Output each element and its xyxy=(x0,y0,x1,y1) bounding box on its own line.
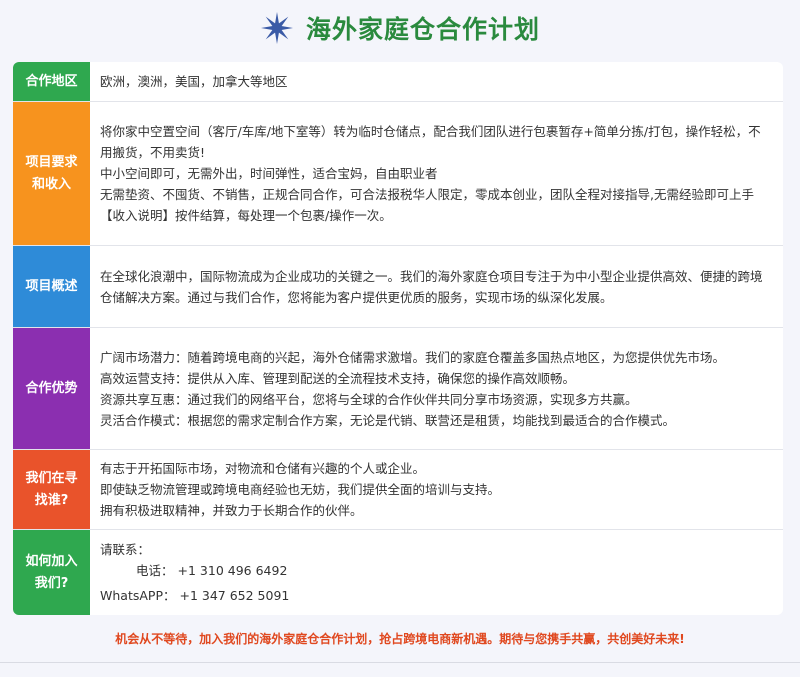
section-label: 我们在寻 找谁? xyxy=(13,450,90,529)
section-label: 项目概述 xyxy=(13,246,90,327)
section-requirements: 项目要求 和收入 将你家中空置空间（客厅/车库/地下室等）转为临时仓储点，配合我… xyxy=(13,102,783,246)
section-region: 合作地区 欧洲，澳洲，美国，加拿大等地区 xyxy=(13,62,783,102)
section-seeking: 我们在寻 找谁? 有志于开拓国际市场，对物流和仓储有兴趣的个人或企业。 即使缺乏… xyxy=(13,450,783,530)
section-label: 合作地区 xyxy=(13,62,90,101)
content-line: 欧洲，澳洲，美国，加拿大等地区 xyxy=(100,74,288,89)
whatsapp-label: WhatsAPP： xyxy=(100,588,176,603)
phone-contact: 电话： +1 310 496 6492 xyxy=(100,560,773,581)
content-line: 在全球化浪潮中，国际物流成为企业成功的关键之一。我们的海外家庭仓项目专注于为中小… xyxy=(100,268,763,305)
section-label: 如何加入 我们? xyxy=(13,530,90,615)
section-label: 合作优势 xyxy=(13,328,90,449)
content-line: 【收入说明】按件结算，每处理一个包裹/操作一次。 xyxy=(100,208,392,223)
content-line: 拥有积极进取精神，并致力于长期合作的伙伴。 xyxy=(100,503,363,518)
page-header: 海外家庭仓合作计划 xyxy=(0,0,800,56)
section-content: 将你家中空置空间（客厅/车库/地下室等）转为临时仓储点，配合我们团队进行包裹暂存… xyxy=(100,102,773,245)
content-line: 无需垫资、不囤货、不销售，正规合同合作，可合法报税华人限定，零成本创业，团队全程… xyxy=(100,187,754,202)
content-line: 广阔市场潜力：随着跨境电商的兴起，海外仓储需求激增。我们的家庭仓覆盖多国热点地区… xyxy=(100,349,726,365)
content-line: 中小空间即可，无需外出，时间弹性，适合宝妈，自由职业者 xyxy=(100,166,438,181)
star-burst-icon xyxy=(260,12,293,44)
content-line: 高效运营支持：提供从入库、管理到配送的全流程技术支持，确保您的操作高效顺畅。 xyxy=(100,370,576,386)
content-line: 将你家中空置空间（客厅/车库/地下室等）转为临时仓储点，配合我们团队进行包裹暂存… xyxy=(100,124,761,160)
bottom-divider xyxy=(0,662,800,663)
section-join: 如何加入 我们? 请联系： 电话： +1 310 496 6492 WhatsAP… xyxy=(13,530,783,615)
section-overview: 项目概述 在全球化浪潮中，国际物流成为企业成功的关键之一。我们的海外家庭仓项目专… xyxy=(13,246,783,328)
page-title: 海外家庭仓合作计划 xyxy=(305,15,540,44)
phone-label: 电话： xyxy=(136,563,174,578)
content-line: 有志于开拓国际市场，对物流和仓储有兴趣的个人或企业。 xyxy=(100,461,426,476)
whatsapp-contact: WhatsAPP： +1 347 652 5091 xyxy=(100,585,773,606)
section-content: 有志于开拓国际市场，对物流和仓储有兴趣的个人或企业。 即使缺乏物流管理或跨境电商… xyxy=(100,450,773,529)
footer-slogan: 机会从不等待，加入我们的海外家庭仓合作计划，抢占跨境电商新机遇。期待与您携手共赢… xyxy=(115,632,685,646)
content-line: 资源共享互惠：通过我们的网络平台，您将与全球的合作伙伴共同分享市场资源，实现多方… xyxy=(100,391,638,407)
section-advantages: 合作优势 广阔市场潜力：随着跨境电商的兴起，海外仓储需求激增。我们的家庭仓覆盖多… xyxy=(13,328,783,450)
section-content: 广阔市场潜力：随着跨境电商的兴起，海外仓储需求激增。我们的家庭仓覆盖多国热点地区… xyxy=(100,328,773,449)
phone-number[interactable]: +1 310 496 6492 xyxy=(178,560,288,581)
contact-intro: 请联系： xyxy=(100,542,151,557)
section-content: 欧洲，澳洲，美国，加拿大等地区 xyxy=(100,62,773,101)
section-content: 请联系： 电话： +1 310 496 6492 WhatsAPP： +1 347 … xyxy=(100,530,773,615)
whatsapp-number[interactable]: +1 347 652 5091 xyxy=(179,585,289,606)
section-label: 项目要求 和收入 xyxy=(13,102,90,245)
content-line: 即使缺乏物流管理或跨境电商经验也无妨，我们提供全面的培训与支持。 xyxy=(100,482,501,497)
info-card: 合作地区 欧洲，澳洲，美国，加拿大等地区 项目要求 和收入 将你家中空置空间（客… xyxy=(13,62,783,615)
section-content: 在全球化浪潮中，国际物流成为企业成功的关键之一。我们的海外家庭仓项目专注于为中小… xyxy=(100,246,773,327)
content-line: 灵活合作模式：根据您的需求定制合作方案，无论是代销、联营还是租赁，均能找到最适合… xyxy=(100,412,676,428)
